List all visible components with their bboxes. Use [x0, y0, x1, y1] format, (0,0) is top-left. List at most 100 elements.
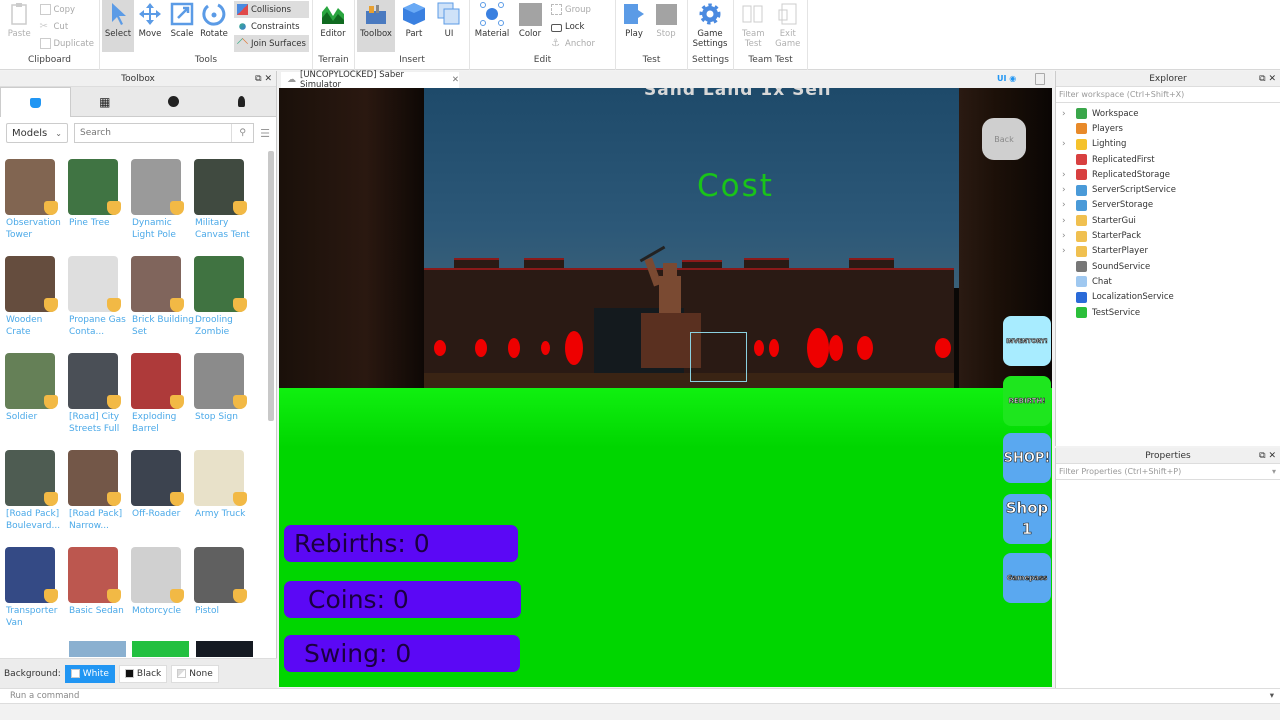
toolbox-item[interactable]: Wooden Crate [0, 248, 64, 338]
toolbox-item[interactable]: Military Canvas Tent [189, 151, 253, 241]
shop-button[interactable]: SHOP! [1003, 433, 1051, 483]
toolbox-item[interactable]: Stop Sign [189, 345, 253, 435]
toolbox-item[interactable]: Propane Gas Conta... [63, 248, 127, 338]
undock-icon[interactable]: ⧉ [1259, 451, 1265, 461]
undock-icon[interactable]: ⧉ [1259, 74, 1265, 84]
toolbox-item[interactable]: [Road Pack] Boulevard... [0, 442, 64, 532]
filter-settings-icon[interactable]: ☰ [260, 127, 270, 140]
explorer-item[interactable]: Players [1056, 121, 1280, 136]
document-tab[interactable]: ☁ [UNCOPYLOCKED] Saber Simulator ✕ [281, 70, 459, 90]
chevron-right-icon[interactable]: › [1062, 200, 1076, 210]
part-button[interactable]: Part [395, 0, 433, 52]
rotate-button[interactable]: Rotate [198, 0, 230, 52]
stop-button[interactable]: Stop [650, 0, 682, 52]
color-button[interactable]: Color [512, 0, 548, 52]
dropdown-arrow-icon[interactable]: ▾ [1270, 691, 1274, 701]
explorer-item[interactable]: › StarterPack [1056, 228, 1280, 243]
toolbox-item[interactable]: [Road] City Streets Full [63, 345, 127, 435]
toolbox-item[interactable]: Brick Building Set [126, 248, 194, 338]
toolbox-item[interactable]: Pistol [189, 539, 253, 629]
close-icon[interactable]: ✕ [1268, 74, 1276, 84]
move-button[interactable]: Move [134, 0, 166, 52]
toolbox-button[interactable]: Toolbox [357, 0, 395, 52]
rebirth-button[interactable]: REBIRTH! [1003, 376, 1051, 426]
group-button[interactable]: Group [548, 1, 598, 18]
search-icon[interactable]: ⚲ [231, 124, 253, 142]
toolbox-item[interactable]: Dynamic Light Pole [126, 151, 190, 241]
bg-black-button[interactable]: Black [118, 664, 168, 683]
ui-visibility-toggle[interactable]: UI ◉ [997, 74, 1016, 83]
explorer-item[interactable]: › ServerScriptService [1056, 182, 1280, 197]
tab-inventory[interactable]: ▦ [71, 87, 140, 116]
toolbox-item[interactable]: Soldier [0, 345, 64, 435]
command-bar[interactable]: Run a command ▾ [0, 688, 1280, 704]
paste-button[interactable]: Paste [2, 0, 37, 52]
material-button[interactable]: Material [472, 0, 512, 52]
toolbox-item[interactable]: Exploding Barrel [126, 345, 190, 435]
scale-button[interactable]: Scale [166, 0, 198, 52]
play-button[interactable]: Play [618, 0, 650, 52]
explorer-item[interactable]: › Workspace [1056, 106, 1280, 121]
gamepass-button[interactable]: Gamepass [1003, 553, 1051, 603]
properties-filter-input[interactable]: Filter Properties (Ctrl+Shift+P) ▾ [1056, 464, 1280, 480]
tab-creations[interactable] [208, 87, 277, 116]
toolbox-item[interactable]: [Road Pack] Narrow... [63, 442, 127, 532]
toolbox-item[interactable]: Transporter Van [0, 539, 64, 629]
category-dropdown[interactable]: Models ⌄ [6, 123, 68, 143]
explorer-item[interactable]: › StarterGui [1056, 213, 1280, 228]
item-thumbnail[interactable] [196, 641, 253, 657]
toolbox-item[interactable]: Off-Roader [126, 442, 190, 532]
item-thumbnail[interactable] [132, 641, 189, 657]
chevron-right-icon[interactable]: › [1062, 139, 1076, 149]
toolbox-item[interactable]: Pine Tree [63, 151, 127, 241]
bg-white-button[interactable]: White [64, 664, 115, 683]
bg-none-button[interactable]: None [171, 664, 219, 683]
undock-icon[interactable]: ⧉ [255, 74, 261, 84]
device-emulator-icon[interactable] [1035, 73, 1045, 85]
close-icon[interactable]: ✕ [264, 74, 272, 84]
cut-button[interactable]: ✂ Cut [37, 18, 98, 35]
tab-recent[interactable] [139, 87, 208, 116]
command-input[interactable]: Run a command [10, 691, 79, 701]
search-input[interactable] [75, 124, 232, 142]
tab-marketplace[interactable] [0, 87, 71, 117]
explorer-item[interactable]: LocalizationService [1056, 290, 1280, 305]
explorer-item[interactable]: ReplicatedFirst [1056, 152, 1280, 167]
toolbox-scrollbar[interactable] [268, 151, 274, 421]
explorer-item[interactable]: › Lighting [1056, 137, 1280, 152]
constraints-toggle[interactable]: Constraints [234, 18, 309, 35]
explorer-item[interactable]: TestService [1056, 305, 1280, 320]
toolbox-item[interactable]: Motorcycle [126, 539, 190, 629]
explorer-filter-input[interactable]: Filter workspace (Ctrl+Shift+X) [1056, 87, 1280, 103]
toolbox-item[interactable]: Drooling Zombie [189, 248, 253, 338]
explorer-item[interactable]: SoundService [1056, 259, 1280, 274]
selection-box[interactable] [690, 332, 747, 382]
chevron-right-icon[interactable]: › [1062, 231, 1076, 241]
exit-game-button[interactable]: Exit Game [771, 0, 806, 52]
select-button[interactable]: Select [102, 0, 134, 52]
lock-button[interactable]: Lock [548, 18, 598, 35]
game-viewport[interactable]: Sand Land 1x Sell Cost Back Rebirths: 0 … [279, 88, 1052, 687]
terrain-editor-button[interactable]: Editor [315, 0, 351, 52]
item-thumbnail[interactable] [69, 641, 126, 657]
toolbox-item[interactable]: Basic Sedan [63, 539, 127, 629]
explorer-item[interactable]: Chat [1056, 274, 1280, 289]
close-icon[interactable]: ✕ [1268, 451, 1276, 461]
join-surfaces-toggle[interactable]: Join Surfaces [234, 35, 309, 52]
explorer-item[interactable]: › ServerStorage [1056, 198, 1280, 213]
chevron-right-icon[interactable]: › [1062, 185, 1076, 195]
ui-button[interactable]: UI [433, 0, 465, 52]
dropdown-arrow-icon[interactable]: ▾ [1272, 464, 1276, 479]
explorer-item[interactable]: › ReplicatedStorage [1056, 167, 1280, 182]
chevron-right-icon[interactable]: › [1062, 246, 1076, 256]
toolbox-item[interactable]: Army Truck [189, 442, 253, 532]
copy-button[interactable]: Copy [37, 1, 98, 18]
anchor-button[interactable]: ⚓ Anchor [548, 35, 598, 52]
toolbox-item[interactable]: Observation Tower [0, 151, 64, 241]
collisions-toggle[interactable]: Collisions [234, 1, 309, 18]
team-test-button[interactable]: Team Test [736, 0, 771, 52]
chevron-right-icon[interactable]: › [1062, 109, 1076, 119]
duplicate-button[interactable]: Duplicate [37, 35, 98, 52]
shop-1-button[interactable]: Shop 1 [1003, 494, 1051, 544]
back-button[interactable]: Back [982, 118, 1026, 160]
